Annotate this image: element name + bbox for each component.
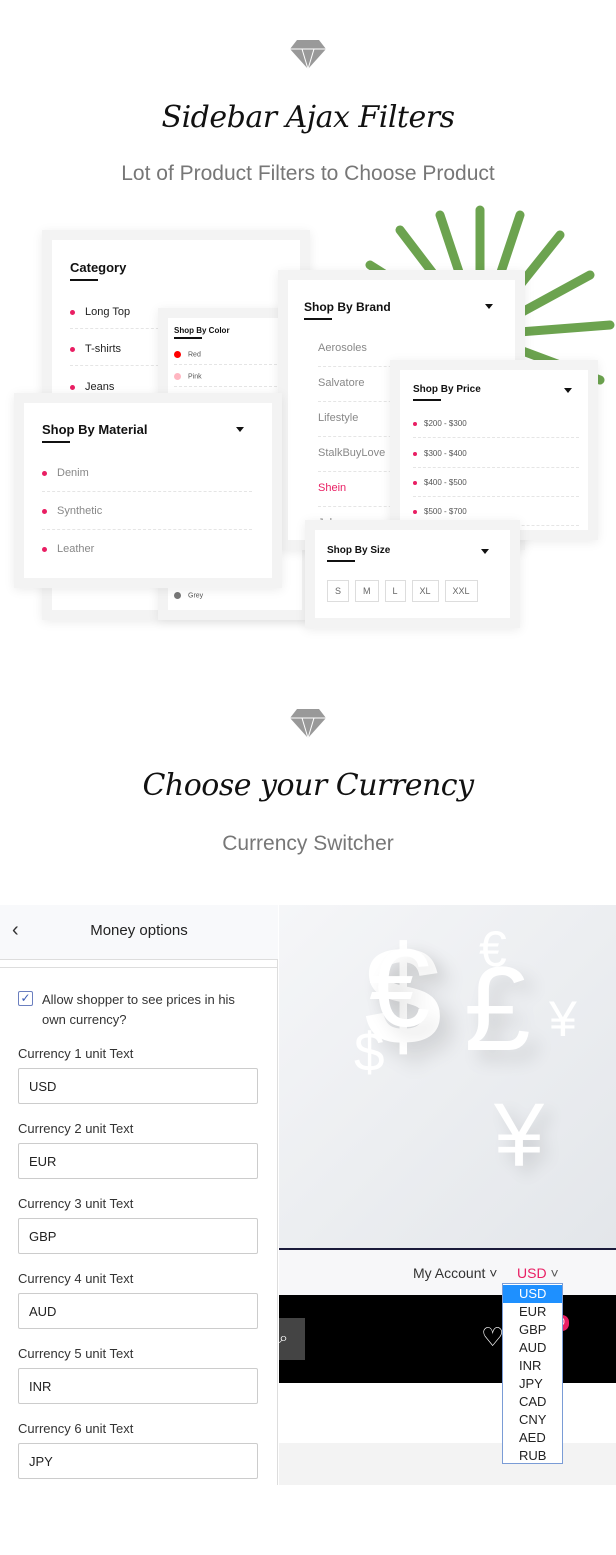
size-option[interactable]: M	[355, 580, 379, 602]
currency-option-selected[interactable]: USD	[503, 1285, 562, 1303]
currency-option[interactable]: INR	[503, 1357, 562, 1375]
size-title: Shop By Size	[327, 545, 522, 562]
currency-option[interactable]: EUR	[503, 1303, 562, 1321]
heart-icon[interactable]: ♡	[481, 1322, 504, 1353]
section-title: Choose your Currency	[142, 768, 474, 803]
size-option[interactable]: XXL	[444, 580, 478, 602]
search-icon[interactable]: ⌕	[279, 1318, 305, 1360]
section-subtitle: Currency Switcher	[222, 832, 394, 855]
store-topbar: My Account ˅ USD ˅	[279, 1250, 616, 1295]
section-subtitle: Lot of Product Filters to Choose Product	[121, 162, 495, 185]
money-options-panel: ‹ Money options ✓ Allow shopper to see p…	[0, 905, 278, 1485]
currency-option[interactable]: RUB	[503, 1447, 562, 1465]
currency-5-input[interactable]: INR	[18, 1368, 258, 1404]
color-item[interactable]: Grey	[174, 592, 302, 599]
size-option[interactable]: XL	[411, 580, 439, 602]
currency-3-input[interactable]: GBP	[18, 1218, 258, 1254]
material-item[interactable]: Leather	[42, 543, 252, 555]
price-item[interactable]: $400 - $500	[413, 478, 579, 497]
chevron-down-icon[interactable]	[481, 549, 489, 554]
field-label: Currency 4 unit Text	[18, 1271, 134, 1286]
price-item[interactable]: $300 - $400	[413, 449, 579, 468]
material-filter: Shop By Material Denim Synthetic Leather	[14, 393, 282, 588]
size-option[interactable]: S	[327, 580, 350, 602]
chevron-down-icon[interactable]	[236, 427, 244, 432]
currency-option[interactable]: CAD	[503, 1393, 562, 1411]
currency-option[interactable]: AED	[503, 1429, 562, 1447]
currency-2-input[interactable]: EUR	[18, 1143, 258, 1179]
panel-title: Money options	[90, 922, 188, 939]
checkbox-label: Allow shopper to see prices in his own c…	[42, 992, 235, 1027]
field-label: Currency 1 unit Text	[18, 1046, 134, 1061]
field-label: Currency 6 unit Text	[18, 1421, 134, 1436]
price-item[interactable]: $200 - $300	[413, 419, 579, 438]
brand-title: Shop By Brand	[304, 300, 531, 320]
currency-option[interactable]: CNY	[503, 1411, 562, 1429]
material-item[interactable]: Denim	[42, 467, 252, 492]
size-options: S M L XL XXL	[327, 580, 484, 602]
section-title: Sidebar Ajax Filters	[161, 100, 455, 135]
size-filter: Shop By Size S M L XL XXL	[305, 520, 520, 628]
currency-option[interactable]: GBP	[503, 1321, 562, 1339]
diamond-icon	[290, 40, 326, 70]
field-label: Currency 2 unit Text	[18, 1121, 134, 1136]
currency-select[interactable]: USD ˅	[517, 1265, 559, 1281]
currency-banner-image: $ € £ € ¥ ¥ $	[279, 905, 616, 1250]
material-title: Shop By Material	[42, 422, 290, 443]
panel-header: ‹ Money options	[0, 905, 278, 960]
currency-1-input[interactable]: USD	[18, 1068, 258, 1104]
store-header: ⌕ ♡ 0	[279, 1295, 616, 1383]
currency-option[interactable]: JPY	[503, 1375, 562, 1393]
material-item[interactable]: Synthetic	[42, 505, 252, 530]
allow-currency-checkbox[interactable]: ✓	[18, 991, 33, 1006]
field-label: Currency 3 unit Text	[18, 1196, 134, 1211]
currency-option[interactable]: AUD	[503, 1339, 562, 1357]
currency-dropdown: USD EUR GBP AUD INR JPY CAD CNY AED RUB	[502, 1283, 563, 1464]
currency-4-input[interactable]: AUD	[18, 1293, 258, 1329]
field-label: Currency 5 unit Text	[18, 1346, 134, 1361]
chevron-down-icon[interactable]	[564, 388, 572, 393]
price-title: Shop By Price	[413, 384, 601, 401]
size-option[interactable]: L	[384, 580, 406, 602]
chevron-down-icon[interactable]	[485, 304, 493, 309]
diamond-icon	[290, 709, 326, 739]
currency-6-input[interactable]: JPY	[18, 1443, 258, 1479]
my-account-menu[interactable]: My Account ˅	[413, 1265, 497, 1281]
price-filter: Shop By Price $200 - $300 $300 - $400 $4…	[390, 360, 598, 540]
